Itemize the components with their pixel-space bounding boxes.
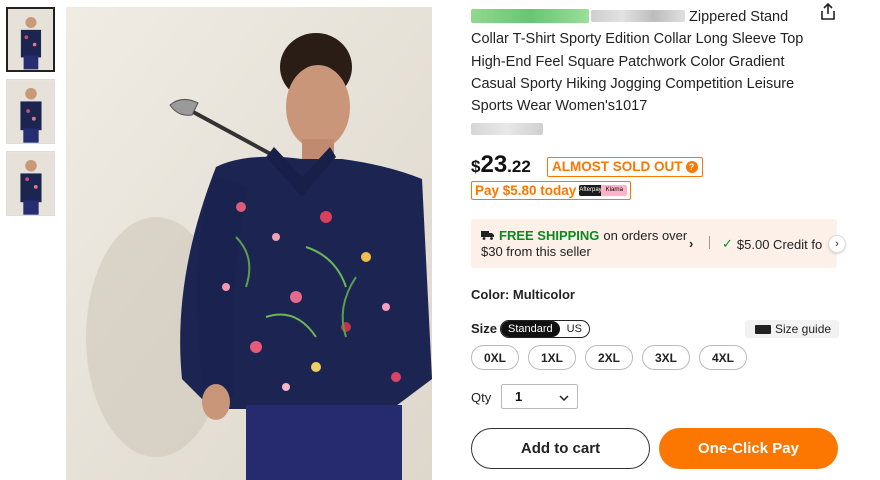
- size-us-option[interactable]: US: [560, 321, 589, 337]
- product-title-text: Zippered Stand Collar T-Shirt Sporty Edi…: [471, 9, 804, 115]
- blurred-sales-info: [471, 123, 543, 135]
- price: $ 23 .22: [471, 151, 531, 183]
- free-shipping-label: FREE SHIPPING: [499, 228, 600, 243]
- size-option-3xl[interactable]: 3XL: [642, 345, 690, 370]
- truck-icon: [481, 228, 495, 243]
- size-guide-button[interactable]: Size guide: [745, 320, 840, 338]
- afterpay-logo: Afterpay: [579, 185, 602, 196]
- blurred-title-prefix: [591, 10, 685, 22]
- size-system-toggle[interactable]: Standard US: [500, 320, 590, 338]
- question-icon: ?: [685, 161, 698, 173]
- qty-value: 1: [515, 389, 523, 404]
- price-symbol: $: [471, 157, 481, 176]
- thumbnail-2[interactable]: [6, 79, 55, 144]
- credit-text: $5.00 Credit fo: [736, 236, 823, 252]
- size-option-0xl[interactable]: 0XL: [471, 345, 519, 370]
- product-info-panel: Zippered Stand Collar T-Shirt Sporty Edi…: [471, 0, 846, 480]
- blurred-store-name: [471, 9, 589, 23]
- stock-badge-text: ALMOST SOLD OUT: [552, 159, 683, 174]
- main-product-image[interactable]: [66, 7, 432, 480]
- size-option-4xl[interactable]: 4XL: [699, 345, 747, 370]
- size-option-2xl[interactable]: 2XL: [585, 345, 633, 370]
- credit-info[interactable]: ✓ $5.00 Credit fo: [722, 236, 828, 252]
- size-option-1xl[interactable]: 1XL: [528, 345, 576, 370]
- divider: [709, 236, 710, 249]
- payment-logos: Afterpay Klarna: [579, 185, 628, 196]
- qty-select[interactable]: 1: [501, 384, 578, 409]
- one-click-pay-button[interactable]: One-Click Pay: [659, 428, 838, 469]
- chevron-right-icon[interactable]: ›: [689, 236, 693, 251]
- chevron-down-icon: [559, 389, 569, 404]
- price-decimal: .22: [507, 157, 531, 176]
- color-label: Color: Multicolor: [471, 287, 575, 302]
- klarna-logo: Klarna: [601, 185, 628, 196]
- qty-label: Qty: [471, 390, 492, 405]
- scroll-right-button[interactable]: ›: [828, 235, 846, 253]
- stock-badge[interactable]: ALMOST SOLD OUT ?: [547, 157, 703, 177]
- thumbnail-3[interactable]: [6, 151, 55, 216]
- pay-later-badge[interactable]: Pay $5.80 today Afterpay Klarna: [471, 181, 632, 200]
- add-to-cart-button[interactable]: Add to cart: [471, 428, 650, 469]
- price-integer: 23: [480, 151, 508, 178]
- pay-later-text: Pay $5.80 today: [475, 183, 577, 198]
- size-guide-label: Size guide: [775, 322, 832, 336]
- thumbnail-list: [6, 7, 56, 223]
- size-options: 0XL 1XL 2XL 3XL 4XL: [471, 345, 747, 370]
- shipping-condition: on orders over: [603, 228, 688, 243]
- share-icon[interactable]: [818, 2, 838, 22]
- product-title: Zippered Stand Collar T-Shirt Sporty Edi…: [471, 6, 807, 117]
- check-icon: ✓: [722, 236, 733, 251]
- thumbnail-1[interactable]: [6, 7, 55, 72]
- shipping-line-2: $30 from this seller: [481, 244, 591, 259]
- shipping-banner[interactable]: FREE SHIPPING on orders over $30 from th…: [471, 219, 846, 268]
- shipping-line-1: FREE SHIPPING on orders over: [481, 228, 687, 243]
- size-label: Size: [471, 321, 498, 336]
- ruler-icon: [755, 324, 771, 334]
- size-standard-option[interactable]: Standard: [501, 321, 560, 337]
